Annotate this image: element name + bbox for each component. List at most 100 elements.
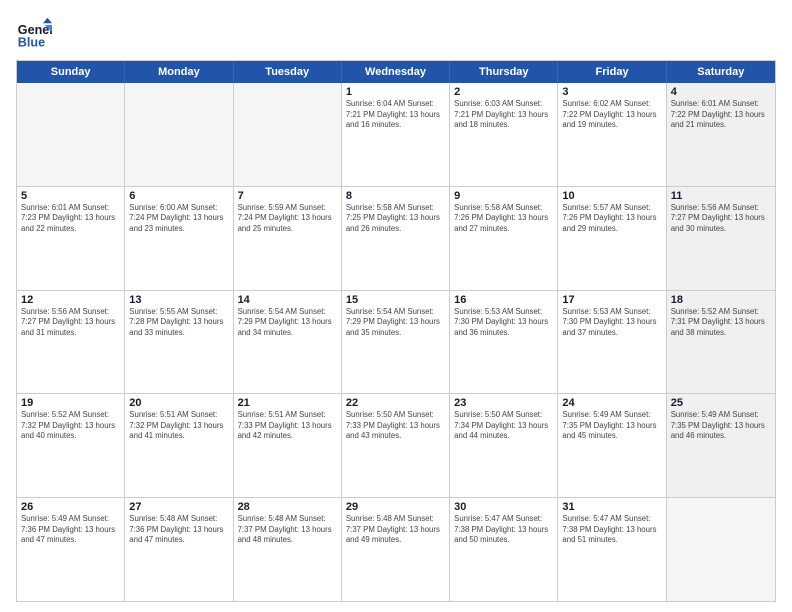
calendar-body: 1Sunrise: 6:04 AM Sunset: 7:21 PM Daylig… — [17, 83, 775, 601]
day-info: Sunrise: 5:56 AM Sunset: 7:27 PM Dayligh… — [21, 307, 120, 339]
svg-text:Blue: Blue — [18, 36, 45, 50]
day-info: Sunrise: 5:51 AM Sunset: 7:33 PM Dayligh… — [238, 410, 337, 442]
cal-cell-23: 23Sunrise: 5:50 AM Sunset: 7:34 PM Dayli… — [450, 394, 558, 497]
day-info: Sunrise: 5:49 AM Sunset: 7:36 PM Dayligh… — [21, 514, 120, 546]
cal-cell-6: 6Sunrise: 6:00 AM Sunset: 7:24 PM Daylig… — [125, 187, 233, 290]
cal-cell-8: 8Sunrise: 5:58 AM Sunset: 7:25 PM Daylig… — [342, 187, 450, 290]
day-info: Sunrise: 5:55 AM Sunset: 7:28 PM Dayligh… — [129, 307, 228, 339]
day-info: Sunrise: 6:00 AM Sunset: 7:24 PM Dayligh… — [129, 203, 228, 235]
day-number: 12 — [21, 294, 120, 306]
day-number: 21 — [238, 397, 337, 409]
cal-cell-5: 5Sunrise: 6:01 AM Sunset: 7:23 PM Daylig… — [17, 187, 125, 290]
day-number: 2 — [454, 86, 553, 98]
cal-cell-7: 7Sunrise: 5:59 AM Sunset: 7:24 PM Daylig… — [234, 187, 342, 290]
week-row-3: 12Sunrise: 5:56 AM Sunset: 7:27 PM Dayli… — [17, 291, 775, 395]
cal-cell-3: 3Sunrise: 6:02 AM Sunset: 7:22 PM Daylig… — [558, 83, 666, 186]
header: General Blue — [16, 16, 776, 52]
cal-cell-10: 10Sunrise: 5:57 AM Sunset: 7:26 PM Dayli… — [558, 187, 666, 290]
day-header-friday: Friday — [558, 61, 666, 83]
cal-cell-2: 2Sunrise: 6:03 AM Sunset: 7:21 PM Daylig… — [450, 83, 558, 186]
calendar-header: SundayMondayTuesdayWednesdayThursdayFrid… — [17, 61, 775, 83]
cal-cell-empty — [125, 83, 233, 186]
cal-cell-19: 19Sunrise: 5:52 AM Sunset: 7:32 PM Dayli… — [17, 394, 125, 497]
cal-cell-9: 9Sunrise: 5:58 AM Sunset: 7:26 PM Daylig… — [450, 187, 558, 290]
week-row-4: 19Sunrise: 5:52 AM Sunset: 7:32 PM Dayli… — [17, 394, 775, 498]
day-header-wednesday: Wednesday — [342, 61, 450, 83]
day-info: Sunrise: 5:52 AM Sunset: 7:31 PM Dayligh… — [671, 307, 771, 339]
day-info: Sunrise: 5:51 AM Sunset: 7:32 PM Dayligh… — [129, 410, 228, 442]
day-info: Sunrise: 5:53 AM Sunset: 7:30 PM Dayligh… — [562, 307, 661, 339]
day-number: 17 — [562, 294, 661, 306]
day-number: 30 — [454, 501, 553, 513]
logo-icon: General Blue — [16, 16, 52, 52]
cal-cell-30: 30Sunrise: 5:47 AM Sunset: 7:38 PM Dayli… — [450, 498, 558, 601]
day-info: Sunrise: 6:03 AM Sunset: 7:21 PM Dayligh… — [454, 99, 553, 131]
calendar: SundayMondayTuesdayWednesdayThursdayFrid… — [16, 60, 776, 602]
day-number: 26 — [21, 501, 120, 513]
cal-cell-25: 25Sunrise: 5:49 AM Sunset: 7:35 PM Dayli… — [667, 394, 775, 497]
day-info: Sunrise: 6:01 AM Sunset: 7:22 PM Dayligh… — [671, 99, 771, 131]
cal-cell-13: 13Sunrise: 5:55 AM Sunset: 7:28 PM Dayli… — [125, 291, 233, 394]
day-number: 19 — [21, 397, 120, 409]
day-number: 6 — [129, 190, 228, 202]
day-header-tuesday: Tuesday — [234, 61, 342, 83]
day-number: 27 — [129, 501, 228, 513]
day-info: Sunrise: 5:54 AM Sunset: 7:29 PM Dayligh… — [238, 307, 337, 339]
cal-cell-20: 20Sunrise: 5:51 AM Sunset: 7:32 PM Dayli… — [125, 394, 233, 497]
day-number: 18 — [671, 294, 771, 306]
cal-cell-26: 26Sunrise: 5:49 AM Sunset: 7:36 PM Dayli… — [17, 498, 125, 601]
day-info: Sunrise: 5:47 AM Sunset: 7:38 PM Dayligh… — [562, 514, 661, 546]
day-info: Sunrise: 5:49 AM Sunset: 7:35 PM Dayligh… — [562, 410, 661, 442]
day-number: 4 — [671, 86, 771, 98]
day-header-monday: Monday — [125, 61, 233, 83]
cal-cell-4: 4Sunrise: 6:01 AM Sunset: 7:22 PM Daylig… — [667, 83, 775, 186]
cal-cell-empty — [17, 83, 125, 186]
day-info: Sunrise: 6:04 AM Sunset: 7:21 PM Dayligh… — [346, 99, 445, 131]
cal-cell-11: 11Sunrise: 5:56 AM Sunset: 7:27 PM Dayli… — [667, 187, 775, 290]
cal-cell-empty — [667, 498, 775, 601]
day-number: 13 — [129, 294, 228, 306]
day-number: 5 — [21, 190, 120, 202]
week-row-5: 26Sunrise: 5:49 AM Sunset: 7:36 PM Dayli… — [17, 498, 775, 601]
day-info: Sunrise: 5:58 AM Sunset: 7:26 PM Dayligh… — [454, 203, 553, 235]
cal-cell-29: 29Sunrise: 5:48 AM Sunset: 7:37 PM Dayli… — [342, 498, 450, 601]
day-number: 7 — [238, 190, 337, 202]
day-number: 28 — [238, 501, 337, 513]
day-number: 3 — [562, 86, 661, 98]
day-info: Sunrise: 5:50 AM Sunset: 7:34 PM Dayligh… — [454, 410, 553, 442]
day-number: 10 — [562, 190, 661, 202]
day-info: Sunrise: 5:59 AM Sunset: 7:24 PM Dayligh… — [238, 203, 337, 235]
cal-cell-24: 24Sunrise: 5:49 AM Sunset: 7:35 PM Dayli… — [558, 394, 666, 497]
day-info: Sunrise: 5:56 AM Sunset: 7:27 PM Dayligh… — [671, 203, 771, 235]
day-info: Sunrise: 5:50 AM Sunset: 7:33 PM Dayligh… — [346, 410, 445, 442]
cal-cell-1: 1Sunrise: 6:04 AM Sunset: 7:21 PM Daylig… — [342, 83, 450, 186]
page: General Blue SundayMondayTuesdayWednesda… — [0, 0, 792, 612]
day-number: 31 — [562, 501, 661, 513]
day-info: Sunrise: 6:01 AM Sunset: 7:23 PM Dayligh… — [21, 203, 120, 235]
logo: General Blue — [16, 16, 52, 52]
day-info: Sunrise: 5:52 AM Sunset: 7:32 PM Dayligh… — [21, 410, 120, 442]
day-number: 1 — [346, 86, 445, 98]
cal-cell-18: 18Sunrise: 5:52 AM Sunset: 7:31 PM Dayli… — [667, 291, 775, 394]
cal-cell-17: 17Sunrise: 5:53 AM Sunset: 7:30 PM Dayli… — [558, 291, 666, 394]
day-info: Sunrise: 5:48 AM Sunset: 7:36 PM Dayligh… — [129, 514, 228, 546]
day-number: 15 — [346, 294, 445, 306]
day-info: Sunrise: 5:47 AM Sunset: 7:38 PM Dayligh… — [454, 514, 553, 546]
day-header-saturday: Saturday — [667, 61, 775, 83]
day-number: 24 — [562, 397, 661, 409]
cal-cell-27: 27Sunrise: 5:48 AM Sunset: 7:36 PM Dayli… — [125, 498, 233, 601]
cal-cell-22: 22Sunrise: 5:50 AM Sunset: 7:33 PM Dayli… — [342, 394, 450, 497]
day-info: Sunrise: 5:57 AM Sunset: 7:26 PM Dayligh… — [562, 203, 661, 235]
day-number: 14 — [238, 294, 337, 306]
day-number: 9 — [454, 190, 553, 202]
day-number: 29 — [346, 501, 445, 513]
day-number: 23 — [454, 397, 553, 409]
day-info: Sunrise: 5:58 AM Sunset: 7:25 PM Dayligh… — [346, 203, 445, 235]
day-info: Sunrise: 6:02 AM Sunset: 7:22 PM Dayligh… — [562, 99, 661, 131]
day-info: Sunrise: 5:53 AM Sunset: 7:30 PM Dayligh… — [454, 307, 553, 339]
cal-cell-empty — [234, 83, 342, 186]
day-number: 8 — [346, 190, 445, 202]
day-number: 16 — [454, 294, 553, 306]
cal-cell-28: 28Sunrise: 5:48 AM Sunset: 7:37 PM Dayli… — [234, 498, 342, 601]
day-header-thursday: Thursday — [450, 61, 558, 83]
